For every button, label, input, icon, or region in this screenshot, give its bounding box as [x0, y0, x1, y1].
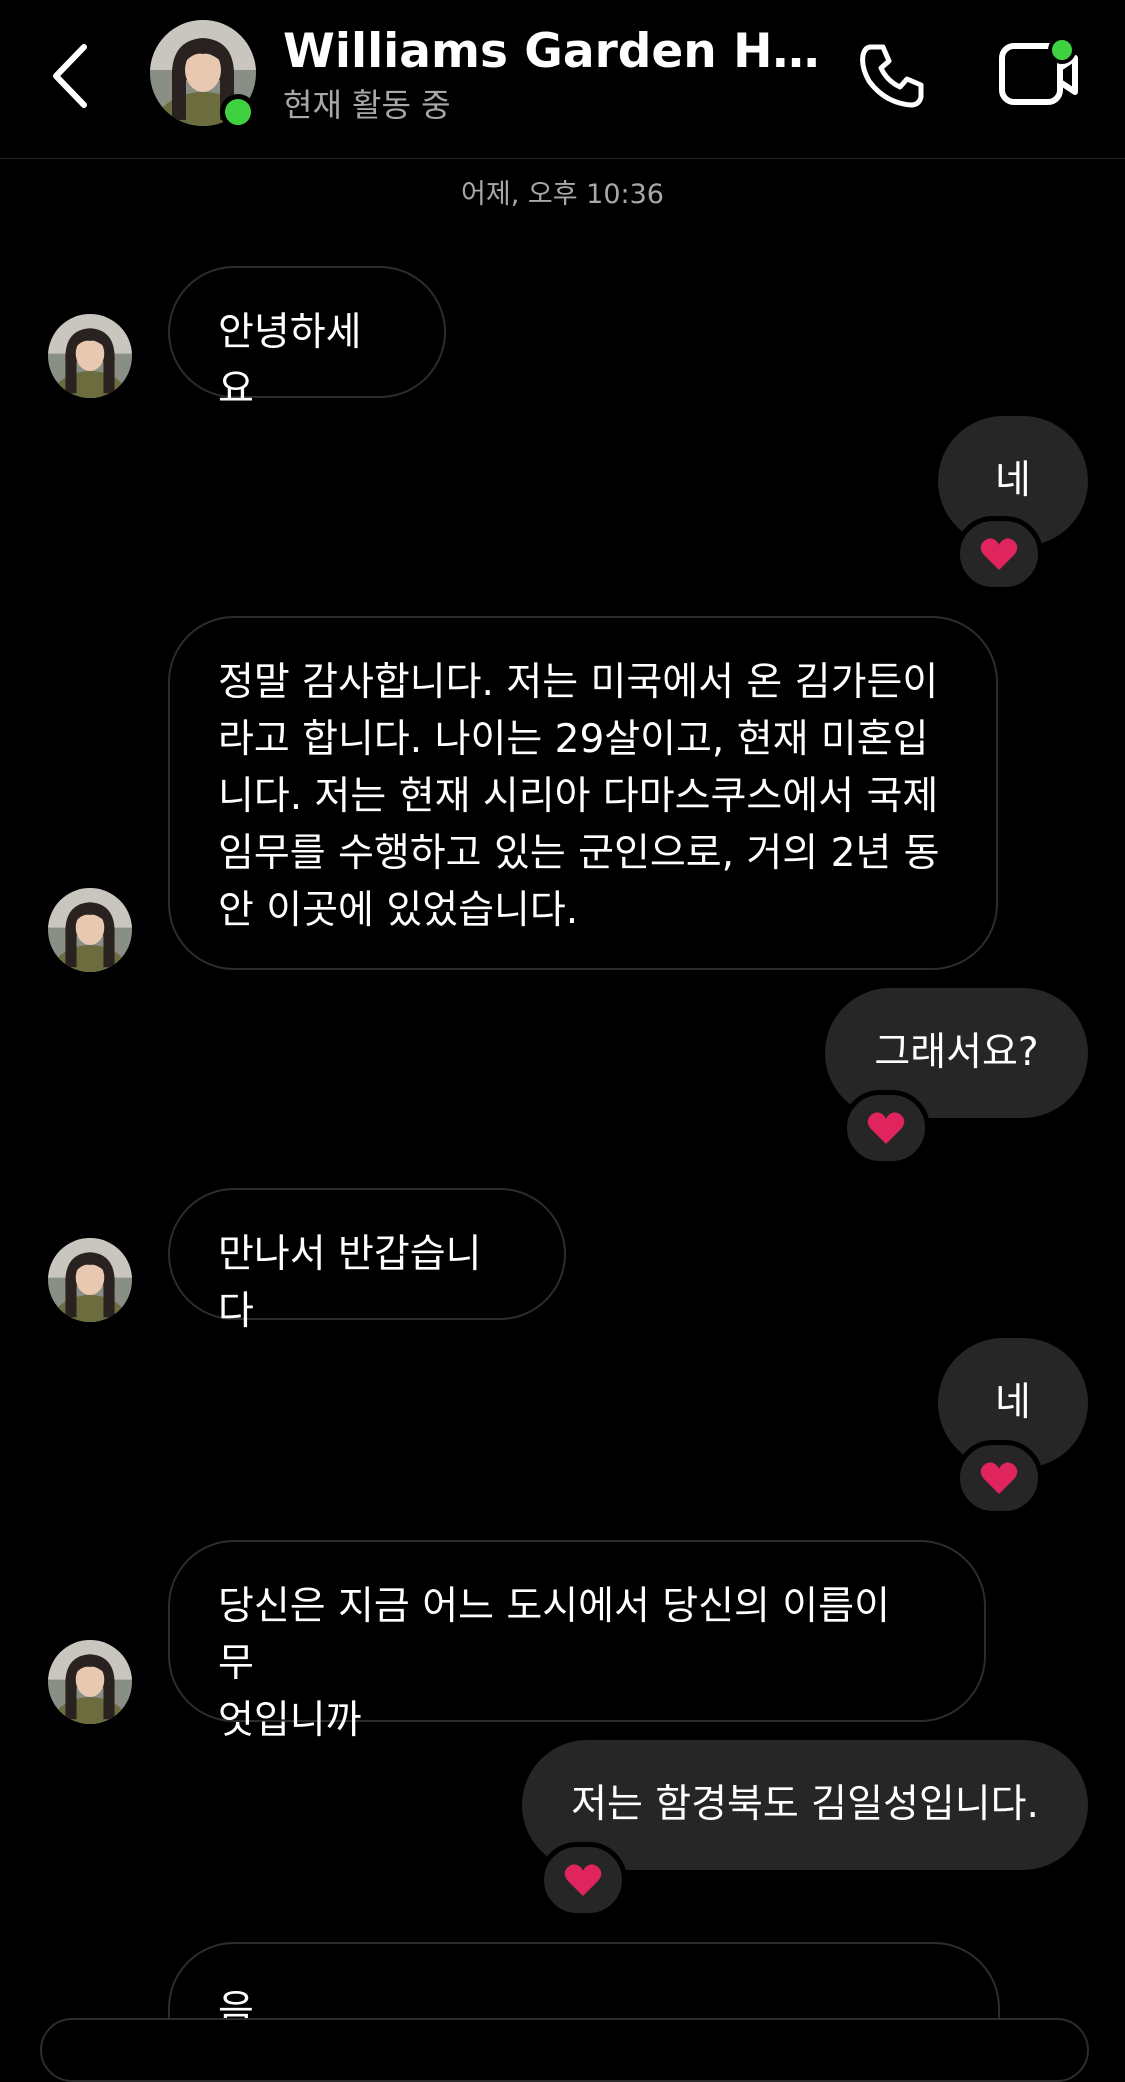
avatar-photo	[48, 888, 132, 972]
message-bubble-incoming[interactable]: 정말 감사합니다. 저는 미국에서 온 김가든이 라고 합니다. 나이는 29살…	[168, 616, 998, 970]
message-text: 네	[995, 1380, 1031, 1425]
contact-name[interactable]: Williams Garden Han...	[283, 20, 823, 84]
message-text: 네	[995, 458, 1031, 503]
phone-icon	[860, 44, 924, 108]
message-text: 안녕하세요	[218, 310, 362, 412]
message-text: 저는 함경북도 김일성입니다.	[571, 1782, 1039, 1827]
heart-icon	[564, 1864, 602, 1896]
message-text: 그래서요?	[874, 1030, 1039, 1075]
message-text: 당신은 지금 어느 도시에서 당신의 이름이 무 엇입니까	[218, 1584, 890, 1743]
message-composer[interactable]	[40, 2018, 1089, 2082]
message-bubble-incoming[interactable]: 만나서 반갑습니다	[168, 1188, 566, 1334]
message-text: 정말 감사합니다. 저는 미국에서 온 김가든이 라고 합니다. 나이는 29살…	[218, 660, 940, 933]
sender-avatar[interactable]	[48, 1238, 132, 1322]
reaction-badge[interactable]	[955, 516, 1043, 592]
avatar-photo	[48, 314, 132, 398]
reaction-badge[interactable]	[842, 1090, 930, 1166]
sender-avatar[interactable]	[48, 1640, 132, 1724]
chevron-left-icon	[53, 44, 87, 108]
online-status-dot	[220, 94, 256, 130]
sender-avatar[interactable]	[48, 888, 132, 972]
message-bubble-incoming[interactable]: 당신은 지금 어느 도시에서 당신의 이름이 무 엇입니까	[168, 1540, 986, 1743]
message-text: 만나서 반갑습니다	[218, 1232, 482, 1334]
avatar-photo	[48, 1238, 132, 1322]
heart-icon	[867, 1112, 905, 1144]
heart-icon	[980, 1462, 1018, 1494]
heart-icon	[980, 538, 1018, 570]
thread-timestamp: 어제, 오후 10:36	[461, 179, 664, 210]
back-button[interactable]	[40, 36, 100, 116]
video-active-dot	[1048, 36, 1076, 64]
chat-header: Williams Garden Han... 현재 활동 중	[0, 0, 1125, 159]
voice-call-button[interactable]	[852, 36, 932, 116]
reaction-badge[interactable]	[539, 1842, 627, 1918]
avatar-photo	[48, 1640, 132, 1724]
message-bubble-incoming[interactable]: 안녕하세요	[168, 266, 446, 412]
reaction-badge[interactable]	[955, 1440, 1043, 1516]
activity-status: 현재 활동 중	[283, 86, 451, 124]
sender-avatar[interactable]	[48, 314, 132, 398]
